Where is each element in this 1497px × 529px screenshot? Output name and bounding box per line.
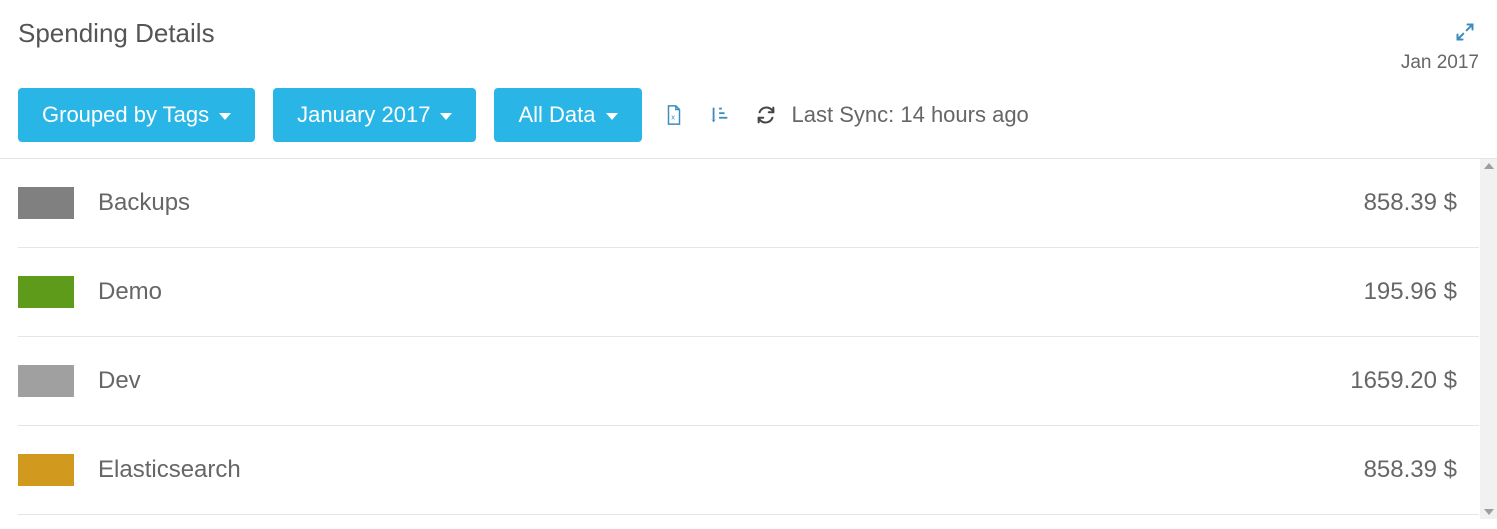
list-item[interactable]: Backups858.39 $ <box>18 159 1479 248</box>
data-filter-label: All Data <box>518 102 595 128</box>
toolbar: Grouped by Tags January 2017 All Data x … <box>0 88 1497 159</box>
svg-text:x: x <box>671 113 675 122</box>
chevron-down-icon <box>606 113 618 120</box>
scrollbar[interactable] <box>1480 159 1497 519</box>
row-label: Elasticsearch <box>98 456 1364 484</box>
date-range-label: January 2017 <box>297 102 430 128</box>
row-amount: 195.96 $ <box>1364 278 1479 306</box>
row-label: Dev <box>98 367 1350 395</box>
color-swatch <box>18 454 74 486</box>
period-label: Jan 2017 <box>1401 52 1479 74</box>
export-excel-icon[interactable]: x <box>660 101 688 129</box>
page-title: Spending Details <box>18 18 215 49</box>
last-sync-text: Last Sync: 14 hours ago <box>792 102 1029 128</box>
group-by-label: Grouped by Tags <box>42 102 209 128</box>
spending-list: Backups858.39 $Demo195.96 $Dev1659.20 $E… <box>0 159 1497 515</box>
group-by-dropdown[interactable]: Grouped by Tags <box>18 88 255 142</box>
chevron-down-icon <box>440 113 452 120</box>
sort-icon[interactable] <box>706 101 734 129</box>
color-swatch <box>18 276 74 308</box>
expand-icon[interactable] <box>1451 18 1479 46</box>
row-label: Backups <box>98 189 1364 217</box>
data-filter-dropdown[interactable]: All Data <box>494 88 641 142</box>
list-item[interactable]: Demo195.96 $ <box>18 248 1479 337</box>
row-amount: 858.39 $ <box>1364 189 1479 217</box>
row-amount: 1659.20 $ <box>1350 367 1479 395</box>
scroll-up-icon[interactable] <box>1484 163 1494 169</box>
scroll-thumb[interactable] <box>1480 173 1497 509</box>
row-label: Demo <box>98 278 1364 306</box>
color-swatch <box>18 365 74 397</box>
row-amount: 858.39 $ <box>1364 456 1479 484</box>
list-item[interactable]: Dev1659.20 $ <box>18 337 1479 426</box>
refresh-icon[interactable] <box>752 101 780 129</box>
date-range-dropdown[interactable]: January 2017 <box>273 88 476 142</box>
list-item[interactable]: Elasticsearch858.39 $ <box>18 426 1479 515</box>
color-swatch <box>18 187 74 219</box>
chevron-down-icon <box>219 113 231 120</box>
scroll-down-icon[interactable] <box>1484 509 1494 515</box>
